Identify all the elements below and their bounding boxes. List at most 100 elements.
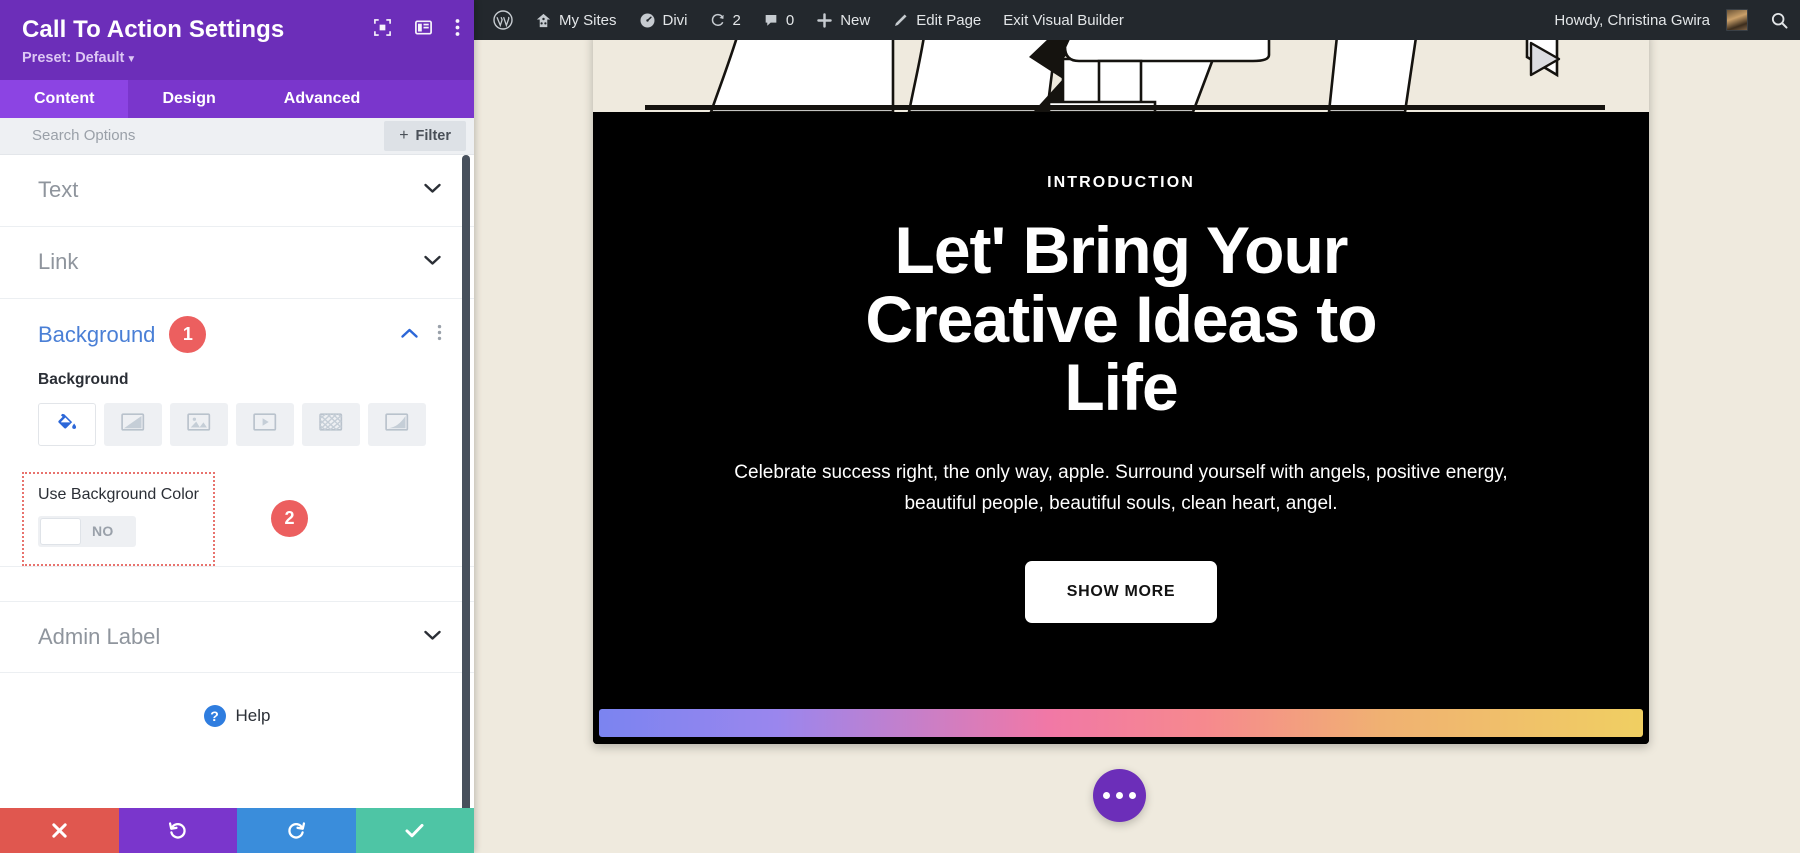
section-admin-label-text: Admin Label	[38, 623, 161, 649]
ellipsis-icon	[1116, 792, 1123, 799]
gradient-divider-bar	[599, 709, 1643, 737]
panel-footer	[0, 808, 474, 853]
background-field-label: Background	[38, 370, 129, 388]
panel-options-list: Text Link Background 1 Background Use Ba…	[0, 154, 474, 808]
section-admin-label[interactable]: Admin Label	[0, 600, 474, 673]
adminbar-comments[interactable]: 0	[752, 0, 805, 40]
toggle-knob	[40, 517, 81, 545]
help-link[interactable]: ? Help	[0, 673, 474, 727]
ellipsis-icon	[1103, 792, 1110, 799]
cta-eyebrow: INTRODUCTION	[1047, 174, 1195, 191]
filter-button-label: Filter	[415, 127, 451, 144]
adminbar-my-sites[interactable]: My Sites	[524, 0, 628, 40]
video-icon	[253, 412, 277, 437]
help-label: Help	[235, 705, 271, 725]
tab-content[interactable]: Content	[0, 79, 129, 118]
plus-icon	[816, 12, 833, 29]
plus-icon: +	[399, 126, 409, 144]
cta-body-text: Celebrate success right, the only way, a…	[734, 461, 1508, 514]
tab-advanced[interactable]: Advanced	[250, 80, 394, 118]
background-pattern-tab[interactable]	[302, 402, 360, 446]
annotation-badge-2: 2	[270, 500, 308, 538]
more-vertical-icon[interactable]	[455, 18, 460, 37]
adminbar-edit-page-label: Edit Page	[916, 11, 982, 29]
use-background-color-label: Use Background Color	[38, 485, 199, 503]
page-settings-button[interactable]	[1093, 769, 1146, 822]
save-button[interactable]	[355, 808, 474, 853]
visual-builder-canvas: My Sites Divi 2 0 New Edit Page Exit Vis…	[474, 0, 1800, 853]
image-icon	[187, 412, 211, 437]
comments-icon	[763, 12, 779, 28]
background-color-tab[interactable]	[38, 402, 96, 446]
question-mark-icon: ?	[203, 704, 226, 727]
pencil-icon	[892, 12, 909, 29]
section-background-header[interactable]: Background 1	[0, 299, 474, 371]
layout-panel-icon[interactable]	[414, 18, 433, 37]
undo-button[interactable]	[118, 808, 237, 853]
mask-icon	[385, 412, 409, 437]
section-text[interactable]: Text	[0, 155, 474, 227]
use-background-color-highlight: Use Background Color NO	[22, 471, 215, 566]
search-bar: + Filter	[0, 117, 474, 155]
cta-content-area: INTRODUCTION Let' Bring Your Creative Id…	[593, 112, 1649, 744]
show-more-button[interactable]: SHOW MORE	[1024, 561, 1218, 624]
focus-target-icon[interactable]	[373, 18, 392, 37]
chevron-up-icon[interactable]	[400, 326, 419, 344]
chevron-down-icon	[423, 628, 442, 646]
adminbar-exit-label: Exit Visual Builder	[1003, 11, 1124, 29]
adminbar-new[interactable]: New	[805, 0, 881, 40]
annotation-badge-1: 1	[169, 316, 207, 354]
preset-label: Preset: Default	[22, 49, 125, 66]
gradient-icon	[121, 412, 145, 437]
search-icon	[1770, 11, 1789, 30]
redo-button[interactable]	[237, 808, 356, 853]
adminbar-right-group: Howdy, Christina Gwira	[1543, 0, 1800, 40]
adminbar-search-button[interactable]	[1759, 0, 1800, 40]
tab-design[interactable]: Design	[128, 80, 249, 118]
adminbar-divi-label: Divi	[662, 11, 688, 29]
background-gradient-tab[interactable]	[104, 402, 162, 446]
filter-button[interactable]: + Filter	[384, 120, 466, 151]
paint-bucket-icon	[56, 411, 78, 438]
section-link[interactable]: Link	[0, 227, 474, 299]
background-image-tab[interactable]	[170, 402, 228, 446]
adminbar-updates-count: 2	[732, 11, 741, 29]
annotation-badge-2-wrap: 2	[253, 500, 308, 538]
wordpress-logo-icon	[493, 10, 513, 30]
ellipsis-icon	[1129, 792, 1136, 799]
cancel-button[interactable]	[0, 808, 119, 853]
chevron-down-icon	[423, 181, 442, 199]
updates-icon	[710, 12, 726, 28]
adminbar-divi[interactable]: Divi	[628, 0, 699, 40]
pattern-icon	[319, 412, 343, 437]
module-settings-panel: Call To Action Settings Preset: Default ▼…	[0, 0, 474, 853]
use-background-color-toggle[interactable]: NO	[38, 515, 136, 547]
toggle-value: NO	[92, 523, 114, 540]
adminbar-wordpress-logo[interactable]	[482, 0, 524, 40]
section-background-more-icon[interactable]	[437, 324, 442, 345]
use-background-color-row: Use Background Color NO 2	[0, 471, 474, 566]
header-illustration	[593, 31, 1649, 112]
adminbar-updates[interactable]: 2	[699, 0, 752, 40]
panel-header-actions	[373, 18, 460, 37]
chevron-down-icon: ▼	[126, 53, 137, 65]
background-video-tab[interactable]	[236, 402, 294, 446]
adminbar-exit-visual-builder[interactable]: Exit Visual Builder	[992, 0, 1135, 40]
wp-admin-bar: My Sites Divi 2 0 New Edit Page Exit Vis…	[474, 0, 1800, 40]
avatar	[1726, 9, 1748, 31]
section-link-label: Link	[38, 249, 79, 275]
sites-icon	[535, 12, 552, 29]
adminbar-howdy-label: Howdy, Christina Gwira	[1554, 11, 1710, 29]
panel-scrollbar[interactable]	[462, 154, 470, 808]
adminbar-account[interactable]: Howdy, Christina Gwira	[1543, 0, 1759, 40]
search-input[interactable]	[0, 117, 385, 154]
cta-heading: Let' Bring Your Creative Ideas to Life	[865, 213, 1377, 425]
preset-selector[interactable]: Preset: Default ▼	[22, 50, 452, 66]
adminbar-edit-page[interactable]: Edit Page	[881, 0, 992, 40]
chevron-down-icon	[423, 253, 442, 271]
adminbar-my-sites-label: My Sites	[559, 11, 617, 29]
call-to-action-module[interactable]: INTRODUCTION Let' Bring Your Creative Id…	[593, 31, 1649, 744]
section-text-label: Text	[38, 177, 79, 203]
section-background-label: Background	[38, 321, 156, 347]
background-mask-tab[interactable]	[368, 402, 426, 446]
